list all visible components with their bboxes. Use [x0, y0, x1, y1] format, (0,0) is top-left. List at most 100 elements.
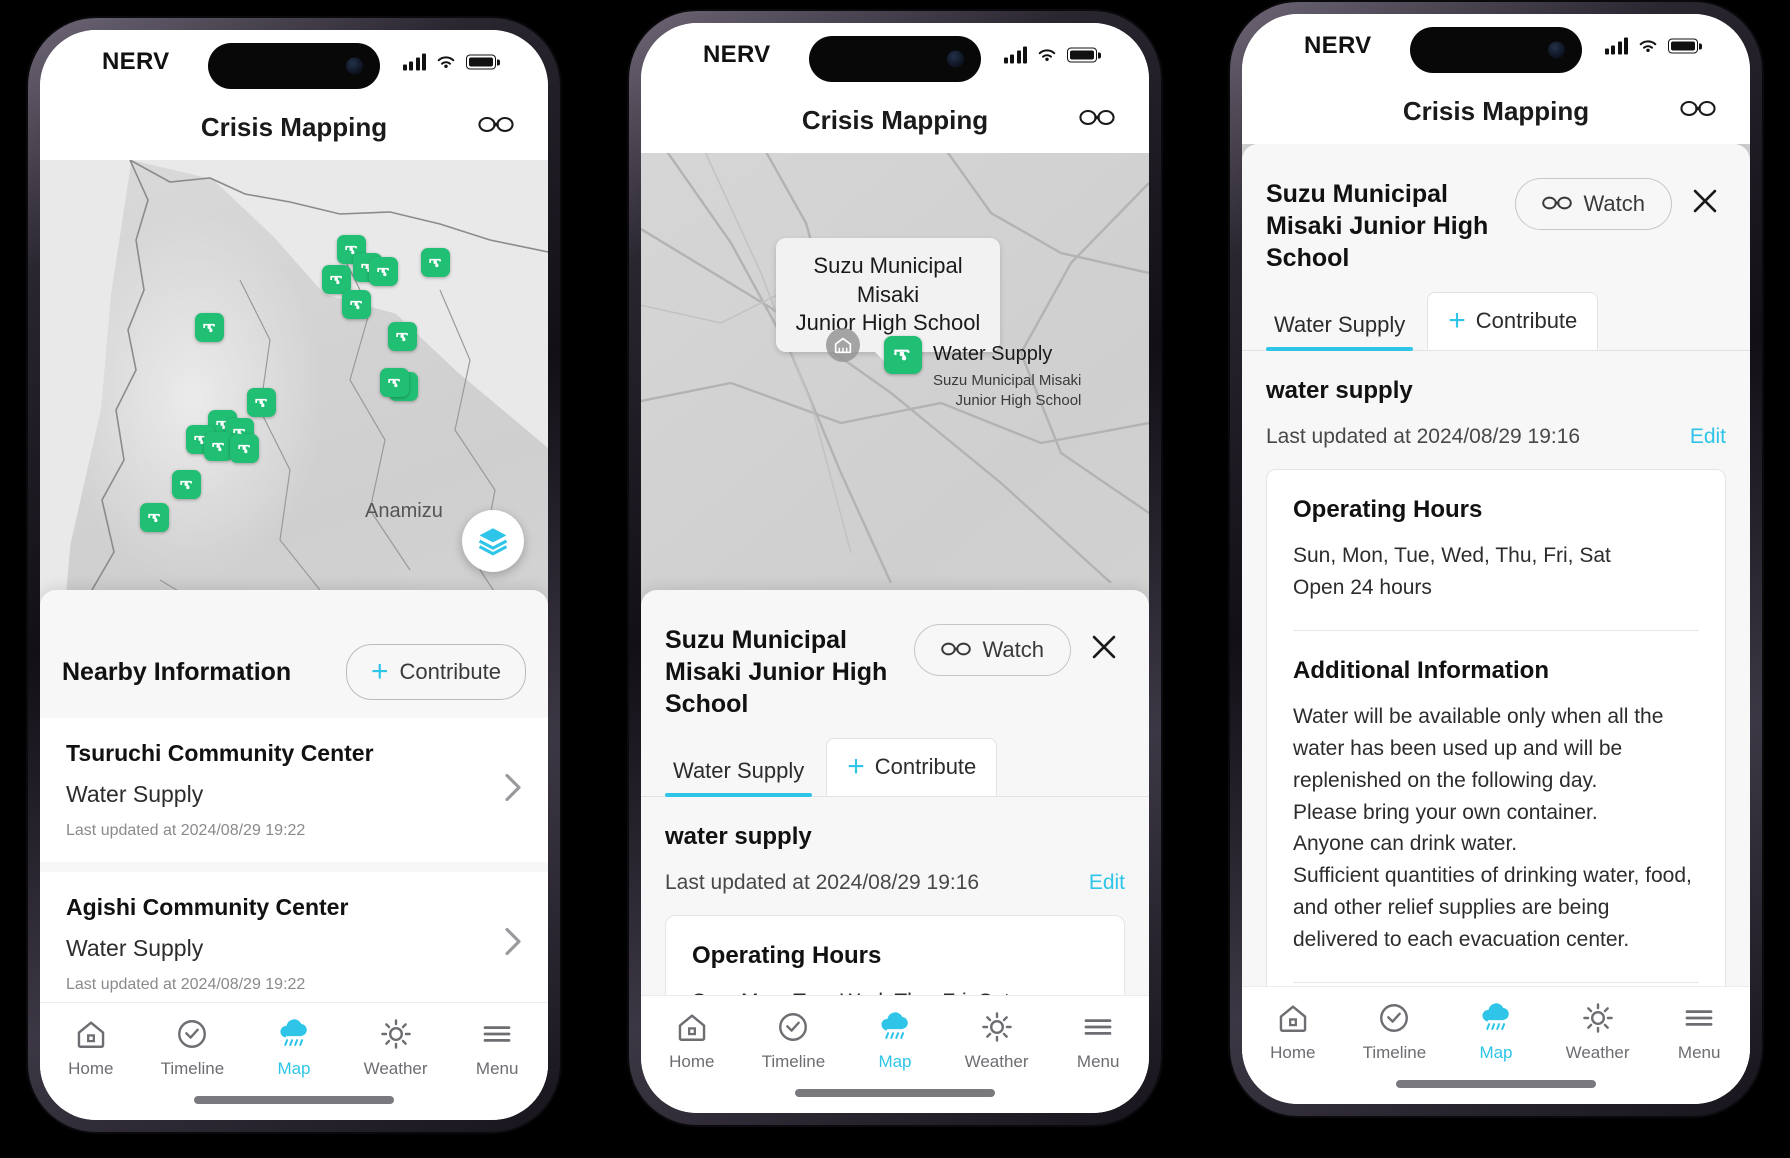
list-item[interactable]: Tsuruchi Community Center Water Supply L… — [40, 718, 548, 862]
map-marker-water-supply[interactable] — [388, 322, 417, 351]
tab-contribute-label: Contribute — [874, 754, 977, 779]
marker-subtitle-line-2: Junior High School — [955, 392, 1082, 410]
category-chip-row[interactable]: Water Supply Bathing Support Toilets Sup — [40, 602, 548, 622]
plus-icon: + — [847, 750, 865, 783]
status-indicators — [1003, 46, 1101, 64]
sun-icon — [981, 1012, 1012, 1042]
tab-water-supply[interactable]: Water Supply — [1266, 299, 1414, 351]
map-marker-water-supply[interactable] — [421, 248, 450, 277]
layers-icon — [478, 528, 508, 556]
phone-1: NERV Crisis Mapping Anamizu Nearby Infor… — [28, 18, 560, 1132]
watch-button[interactable]: Watch — [914, 624, 1071, 676]
nearby-bottom-sheet[interactable]: Water Supply Bathing Support Toilets Sup… — [40, 590, 548, 1016]
watch-button[interactable]: Watch — [1515, 178, 1672, 230]
map-marker-water-supply[interactable] — [247, 388, 276, 417]
close-button[interactable] — [1684, 178, 1726, 229]
clock-check-icon — [178, 1020, 207, 1048]
glasses-icon[interactable] — [478, 115, 514, 139]
status-indicators — [1604, 37, 1702, 55]
tab-contribute-label: Contribute — [1475, 308, 1578, 333]
tab-weather[interactable]: Weather — [946, 1010, 1048, 1072]
water-tap-icon — [147, 513, 160, 522]
screenshot-stage: NERV Crisis Mapping Anamizu Nearby Infor… — [0, 0, 1790, 1158]
detail-tabs[interactable]: Water Supply + Contribute — [641, 738, 1149, 797]
tab-label: Timeline — [761, 1052, 826, 1071]
rain-cloud-icon — [280, 1019, 307, 1046]
map-marker-water-supply[interactable] — [369, 257, 398, 286]
detail-updated-row: Last updated at 2024/08/29 19:16 Edit — [665, 871, 1125, 895]
front-camera-icon — [947, 50, 964, 68]
detail-bottom-sheet[interactable]: Suzu Municipal Misaki Junior High School… — [641, 590, 1149, 1108]
tab-label: Weather — [964, 1052, 1029, 1071]
map-marker-water-supply[interactable] — [172, 470, 201, 499]
tab-weather[interactable]: Weather — [1547, 1001, 1649, 1063]
map-marker-selected[interactable] — [884, 336, 922, 374]
phone-2-screen: NERV Crisis Mapping Suzu Municipal Misak… — [641, 23, 1149, 1113]
watch-label: Watch — [1583, 191, 1645, 216]
water-tap-icon — [894, 349, 910, 361]
tab-label: Menu — [1677, 1043, 1721, 1062]
dynamic-island — [1410, 27, 1582, 73]
map-marker-water-supply[interactable] — [342, 290, 371, 319]
clock-check-icon — [779, 1013, 808, 1041]
water-tap-icon — [395, 332, 408, 341]
dynamic-island — [809, 36, 981, 82]
list-item-category: Water Supply — [66, 781, 204, 807]
school-icon[interactable] — [826, 328, 860, 362]
list-item[interactable]: Agishi Community Center Water Supply Las… — [40, 872, 548, 1016]
tab-menu[interactable]: Menu — [446, 1017, 548, 1079]
tab-menu[interactable]: Menu — [1047, 1010, 1149, 1072]
map-callout[interactable]: Suzu Municipal Misaki Junior High School — [776, 238, 1000, 365]
tab-timeline[interactable]: Timeline — [743, 1010, 845, 1072]
tab-map[interactable]: Map — [844, 1010, 946, 1072]
carrier-label: NERV — [102, 48, 170, 75]
water-tap-icon — [329, 275, 342, 284]
map-marker-water-supply[interactable] — [140, 503, 169, 532]
list-item-updated: Last updated at 2024/08/29 19:22 — [66, 976, 306, 993]
close-icon — [1693, 189, 1717, 213]
map-layers-button[interactable] — [462, 510, 524, 572]
tab-label: Map — [1479, 1043, 1513, 1062]
tab-home[interactable]: Home — [40, 1017, 142, 1079]
home-indicator[interactable] — [795, 1089, 995, 1097]
map-marker-water-supply[interactable] — [204, 432, 233, 461]
detail-header: Suzu Municipal Misaki Junior High School… — [1242, 156, 1750, 274]
tab-label: Map — [277, 1059, 311, 1078]
tab-map[interactable]: Map — [243, 1017, 345, 1079]
tab-contribute[interactable]: + Contribute — [1427, 292, 1599, 350]
map-marker-water-supply[interactable] — [230, 434, 259, 463]
glasses-icon[interactable] — [1680, 99, 1716, 123]
map-marker-water-supply[interactable] — [195, 313, 224, 342]
tab-weather[interactable]: Weather — [345, 1017, 447, 1079]
close-button[interactable] — [1083, 624, 1125, 675]
plus-icon: + — [370, 655, 389, 688]
contribute-button[interactable]: + Contribute — [345, 644, 526, 700]
tab-home[interactable]: Home — [641, 1010, 743, 1072]
tab-map[interactable]: Map — [1445, 1001, 1547, 1063]
edit-link[interactable]: Edit — [1690, 425, 1726, 449]
hamburger-icon — [483, 1026, 511, 1042]
tab-label: Map — [878, 1052, 912, 1071]
water-tap-icon — [376, 267, 389, 276]
operating-hours-days: Sun, Mon, Tue, Wed, Thu, Fri, Sat — [1293, 544, 1611, 567]
glasses-icon[interactable] — [1079, 108, 1115, 132]
detail-bottom-sheet[interactable]: Suzu Municipal Misaki Junior High School… — [1242, 144, 1750, 1104]
edit-link[interactable]: Edit — [1089, 871, 1125, 895]
tab-menu[interactable]: Menu — [1648, 1001, 1750, 1063]
map-marker-water-supply[interactable] — [380, 368, 409, 397]
chevron-right-icon — [504, 927, 522, 962]
sun-icon — [1582, 1003, 1613, 1033]
detail-title: Suzu Municipal Misaki Junior High School — [1266, 180, 1489, 272]
tab-timeline[interactable]: Timeline — [142, 1017, 244, 1079]
cellular-signal-icon — [1003, 46, 1027, 64]
detail-tabs[interactable]: Water Supply + Contribute — [1242, 292, 1750, 351]
phone-2: NERV Crisis Mapping Suzu Municipal Misak… — [629, 11, 1161, 1125]
tab-water-supply[interactable]: Water Supply — [665, 745, 813, 797]
tab-label: Timeline — [1362, 1043, 1427, 1062]
tab-contribute[interactable]: + Contribute — [826, 738, 998, 796]
home-indicator[interactable] — [1396, 1080, 1596, 1088]
home-indicator[interactable] — [194, 1096, 394, 1104]
tab-home[interactable]: Home — [1242, 1001, 1344, 1063]
cellular-signal-icon — [1604, 37, 1628, 55]
tab-timeline[interactable]: Timeline — [1344, 1001, 1446, 1063]
